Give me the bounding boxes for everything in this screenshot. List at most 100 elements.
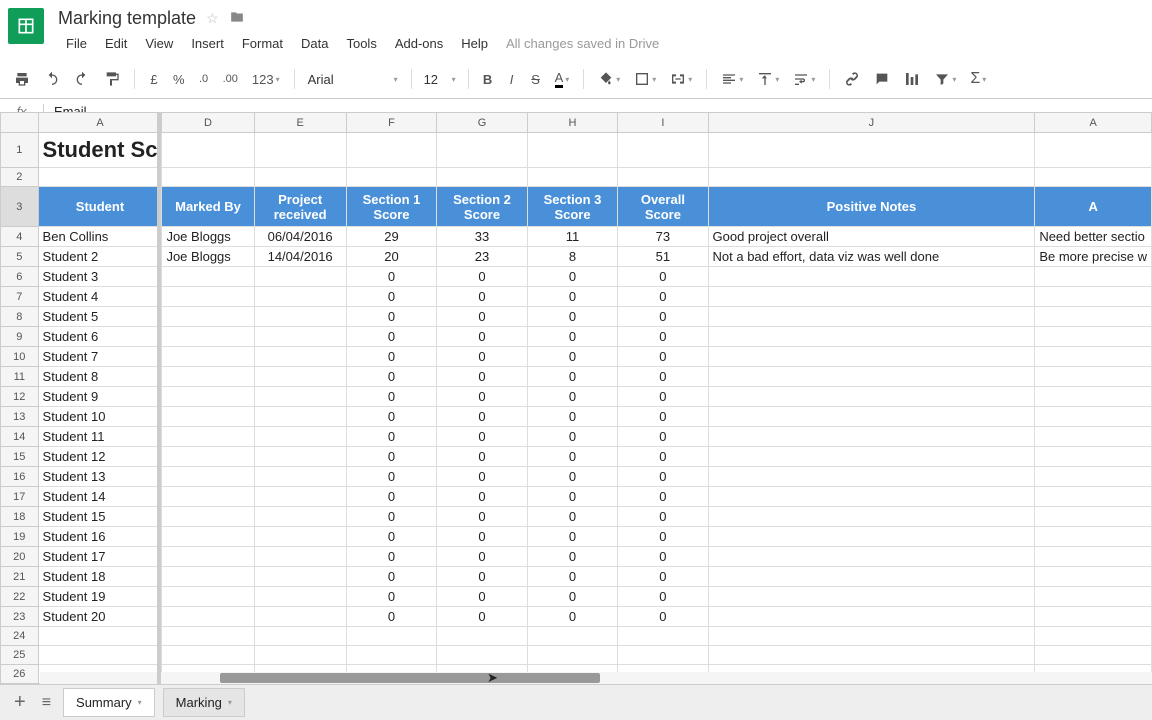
cell-positive[interactable]: Not a bad effort, data viz was well done [708,247,1035,267]
strike-button[interactable]: S [525,68,547,91]
borders-button[interactable]: ▾ [628,67,662,91]
col-header-D[interactable]: D [162,113,254,133]
document-title[interactable]: Marking template [58,8,196,29]
cell-marked-by[interactable] [162,527,254,547]
cell-student[interactable]: Student 11 [38,427,162,447]
col-header-K[interactable]: A [1035,113,1152,133]
cell-s2[interactable]: 0 [437,387,528,407]
cell-date[interactable] [254,607,346,627]
cell-s3[interactable]: 11 [527,227,618,247]
font-family-select[interactable]: Arial▾ [303,69,403,90]
menu-edit[interactable]: Edit [97,33,135,54]
cell-student[interactable]: Student 4 [38,287,162,307]
cell-negative[interactable] [1035,607,1152,627]
row-header[interactable]: 5 [1,247,39,267]
cell-negative[interactable] [1035,367,1152,387]
cell-positive[interactable] [708,507,1035,527]
header-received[interactable]: Project received [254,187,346,227]
cell-marked-by[interactable] [162,287,254,307]
cell-student[interactable]: Student 10 [38,407,162,427]
cell-negative[interactable] [1035,307,1152,327]
cell-negative[interactable]: Need better sectio [1035,227,1152,247]
print-icon[interactable] [8,67,36,91]
cell-s1[interactable]: 0 [346,347,437,367]
tab-marking[interactable]: Marking ▾ [163,688,245,717]
cell-s1[interactable]: 0 [346,287,437,307]
cell-marked-by[interactable] [162,327,254,347]
cell-marked-by[interactable] [162,387,254,407]
add-sheet-button[interactable]: + [10,687,30,718]
cell-date[interactable] [254,427,346,447]
cell-s3[interactable]: 0 [527,307,618,327]
col-header-G[interactable]: G [437,113,528,133]
cell-marked-by[interactable] [162,307,254,327]
menu-help[interactable]: Help [453,33,496,54]
cell-s3[interactable]: 0 [527,327,618,347]
cell-s3[interactable]: 0 [527,467,618,487]
cell-positive[interactable] [708,587,1035,607]
cell-negative[interactable]: Be more precise w [1035,247,1152,267]
cell-student[interactable]: Ben Collins [38,227,162,247]
header-positive[interactable]: Positive Notes [708,187,1035,227]
cell-positive[interactable] [708,307,1035,327]
row-header[interactable]: 2 [1,168,39,187]
sheet-title-cell[interactable]: Student Sc [38,133,162,168]
cell-date[interactable] [254,587,346,607]
col-header-J[interactable]: J [708,113,1035,133]
header-overall[interactable]: Overall Score [618,187,708,227]
cell-date[interactable] [254,447,346,467]
all-sheets-button[interactable]: ≡ [38,690,55,716]
cell-student[interactable]: Student 20 [38,607,162,627]
cell-s1[interactable]: 0 [346,467,437,487]
cell-date[interactable] [254,507,346,527]
cell-s1[interactable]: 0 [346,267,437,287]
cell-marked-by[interactable]: Joe Bloggs [162,247,254,267]
merge-button[interactable]: ▾ [664,67,698,91]
cell-positive[interactable] [708,387,1035,407]
cell-marked-by[interactable] [162,607,254,627]
header-marked-by[interactable]: Marked By [162,187,254,227]
cell-positive[interactable] [708,367,1035,387]
row-header[interactable]: 19 [1,527,39,547]
cell-student[interactable]: Student 3 [38,267,162,287]
col-header-A[interactable]: A [38,113,162,133]
cell-student[interactable]: Student 6 [38,327,162,347]
header-s3[interactable]: Section 3 Score [527,187,618,227]
currency-button[interactable]: £ [143,68,165,91]
cell-s1[interactable]: 0 [346,307,437,327]
cell-date[interactable] [254,387,346,407]
menu-insert[interactable]: Insert [183,33,232,54]
cell-student[interactable]: Student 7 [38,347,162,367]
cell-positive[interactable] [708,267,1035,287]
cell-student[interactable]: Student 17 [38,547,162,567]
cell-date[interactable] [254,367,346,387]
cell-s2[interactable]: 0 [437,607,528,627]
row-header[interactable]: 7 [1,287,39,307]
cell-overall[interactable]: 0 [618,407,708,427]
cell-s3[interactable]: 0 [527,367,618,387]
cell-s1[interactable]: 0 [346,427,437,447]
cell-s1[interactable]: 0 [346,327,437,347]
cell-overall[interactable]: 0 [618,607,708,627]
cell-overall[interactable]: 0 [618,487,708,507]
cell-s1[interactable]: 0 [346,367,437,387]
cell-s2[interactable]: 33 [437,227,528,247]
cell-s2[interactable]: 23 [437,247,528,267]
cell-positive[interactable] [708,547,1035,567]
col-header-I[interactable]: I [618,113,708,133]
row-header[interactable]: 17 [1,487,39,507]
row-header[interactable]: 20 [1,547,39,567]
cell-positive[interactable]: Good project overall [708,227,1035,247]
row-header[interactable]: 10 [1,347,39,367]
cell-negative[interactable] [1035,467,1152,487]
redo-icon[interactable] [68,67,96,91]
cell-s2[interactable]: 0 [437,527,528,547]
cell-s2[interactable]: 0 [437,467,528,487]
header-s2[interactable]: Section 2 Score [437,187,528,227]
row-header[interactable]: 3 [1,187,39,227]
col-header-H[interactable]: H [527,113,618,133]
cell-positive[interactable] [708,327,1035,347]
cell-s2[interactable]: 0 [437,327,528,347]
cell-positive[interactable] [708,347,1035,367]
cell-student[interactable]: Student 13 [38,467,162,487]
